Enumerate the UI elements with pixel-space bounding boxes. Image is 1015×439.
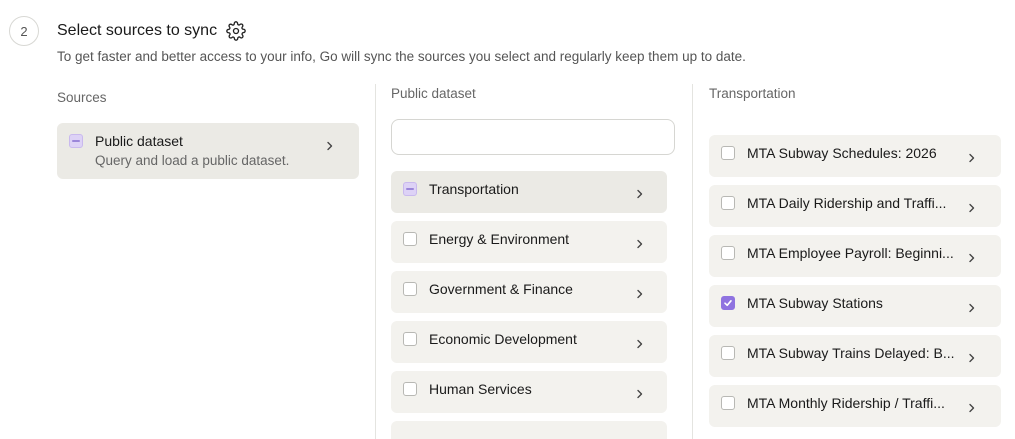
column-divider <box>375 84 376 439</box>
dataset-category-energy-environment[interactable]: Energy & Environment <box>391 221 667 263</box>
chevron-right-icon <box>637 289 643 299</box>
chevron-right-icon <box>969 353 975 363</box>
dataset-item[interactable]: MTA Subway Trains Delayed: B... <box>709 335 1001 377</box>
section-title-text: Select sources to sync <box>57 22 218 39</box>
source-item-description: Query and load a public dataset. <box>95 153 290 168</box>
dataset-item-checkbox[interactable] <box>721 246 735 260</box>
dataset-item-label: MTA Subway Stations <box>747 295 883 311</box>
dataset-item-checkbox[interactable] <box>721 146 735 160</box>
dataset-item[interactable]: MTA Subway Schedules: 2026 <box>709 135 1001 177</box>
chevron-right-icon <box>637 239 643 249</box>
gear-icon[interactable] <box>226 21 246 41</box>
dataset-item-label: MTA Subway Trains Delayed: B... <box>747 345 955 361</box>
transportation-column-label: Transportation <box>709 86 796 101</box>
chevron-right-icon <box>969 203 975 213</box>
column-divider <box>692 84 693 439</box>
dataset-category-label: Transportation <box>429 181 519 197</box>
dataset-category-checkbox[interactable] <box>403 382 417 396</box>
dataset-item-checkbox[interactable] <box>721 346 735 360</box>
dataset-category-checkbox[interactable] <box>403 232 417 246</box>
dataset-category-label: Human Services <box>429 381 532 397</box>
dataset-category-checkbox[interactable] <box>403 332 417 346</box>
sources-column-label: Sources <box>57 90 107 105</box>
dataset-category-transportation[interactable]: Transportation <box>391 171 667 213</box>
section-title: Select sources to sync <box>57 21 246 41</box>
dataset-category-label: Economic Development <box>429 331 577 347</box>
chevron-right-icon <box>637 339 643 349</box>
source-item-label: Public dataset <box>95 133 183 149</box>
dataset-item[interactable]: MTA Monthly Ridership / Traffi... <box>709 385 1001 427</box>
dataset-category-checkbox[interactable] <box>403 182 417 196</box>
chevron-right-icon <box>969 303 975 313</box>
chevron-right-icon <box>969 403 975 413</box>
dataset-category-human-services[interactable]: Human Services <box>391 371 667 413</box>
chevron-right-icon <box>327 141 333 151</box>
chevron-right-icon <box>637 189 643 199</box>
dataset-category-label: Energy & Environment <box>429 231 570 247</box>
chevron-right-icon <box>969 253 975 263</box>
source-item-checkbox[interactable] <box>69 134 83 148</box>
source-item-public-dataset[interactable]: Public dataset Query and load a public d… <box>57 123 359 179</box>
dataset-item-checkbox[interactable] <box>721 396 735 410</box>
dataset-item[interactable]: MTA Employee Payroll: Beginni... <box>709 235 1001 277</box>
dataset-item-label: MTA Monthly Ridership / Traffi... <box>747 395 945 411</box>
step-number: 2 <box>20 23 28 39</box>
chevron-right-icon <box>969 153 975 163</box>
dataset-item[interactable]: MTA Daily Ridership and Traffi... <box>709 185 1001 227</box>
dataset-item-checkbox[interactable] <box>721 196 735 210</box>
dataset-search-input[interactable] <box>391 119 675 155</box>
step-number-badge: 2 <box>9 16 39 46</box>
section-subtitle: To get faster and better access to your … <box>57 49 746 64</box>
chevron-right-icon <box>637 389 643 399</box>
dataset-category-label: Government & Finance <box>429 281 573 297</box>
dataset-category-economic-development[interactable]: Economic Development <box>391 321 667 363</box>
public-dataset-column-label: Public dataset <box>391 86 476 101</box>
dataset-item-mta-subway-stations[interactable]: MTA Subway Stations <box>709 285 1001 327</box>
dataset-item-label: MTA Employee Payroll: Beginni... <box>747 245 954 261</box>
check-icon <box>724 300 732 307</box>
dataset-item-checkbox[interactable] <box>721 296 735 310</box>
dataset-item-label: MTA Subway Schedules: 2026 <box>747 145 937 161</box>
dataset-category-partial[interactable] <box>391 421 667 439</box>
dataset-item-label: MTA Daily Ridership and Traffi... <box>747 195 947 211</box>
dataset-category-checkbox[interactable] <box>403 282 417 296</box>
dataset-category-government-finance[interactable]: Government & Finance <box>391 271 667 313</box>
